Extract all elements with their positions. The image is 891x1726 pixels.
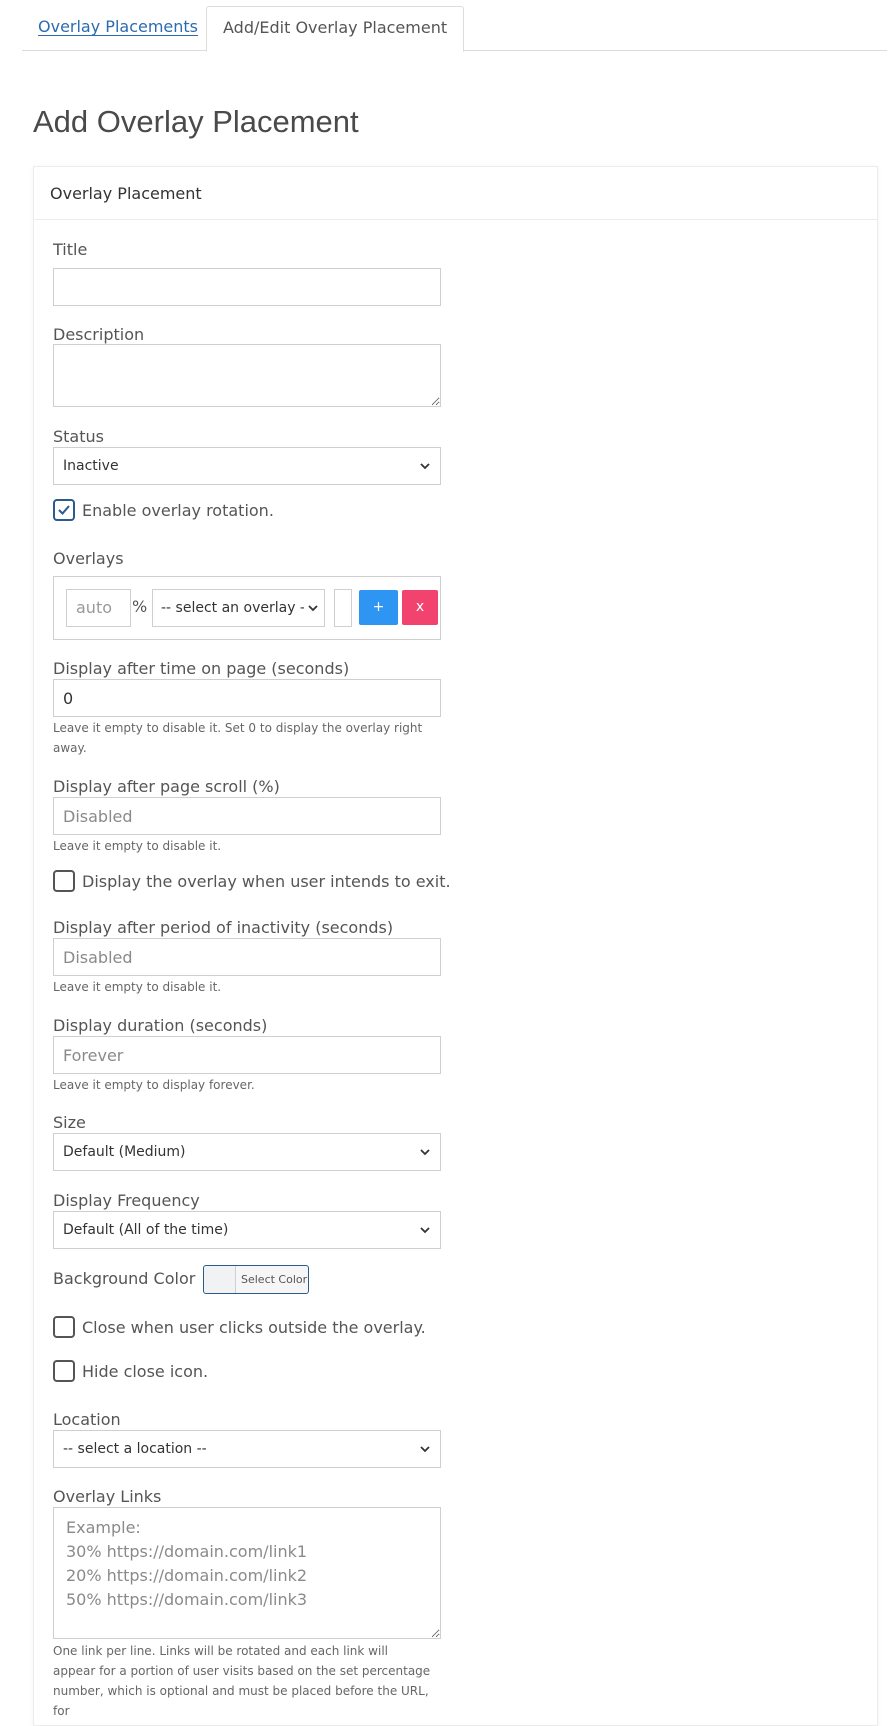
- exit-intent-label: Display the overlay when user intends to…: [82, 872, 451, 891]
- overlays-row: auto % -- select an overlay -- + x: [53, 576, 441, 640]
- time-on-page-help: Leave it empty to disable it. Set 0 to d…: [53, 721, 423, 755]
- location-select[interactable]: -- select a location --: [53, 1430, 441, 1468]
- overlay-select-value: -- select an overlay --: [161, 600, 311, 616]
- status-label: Status: [53, 427, 104, 446]
- description-textarea[interactable]: [53, 344, 441, 407]
- time-on-page-input[interactable]: [53, 679, 441, 717]
- close-outside-checkbox[interactable]: [53, 1316, 75, 1338]
- hide-close-icon-label: Hide close icon.: [82, 1362, 209, 1381]
- duration-input[interactable]: [53, 1036, 441, 1074]
- duration-label: Display duration (seconds): [53, 1016, 268, 1035]
- frequency-select[interactable]: Default (All of the time): [53, 1211, 441, 1249]
- inactivity-help: Leave it empty to disable it.: [53, 980, 222, 994]
- rotation-label: Enable overlay rotation.: [82, 501, 274, 520]
- tab-bar: Overlay Placements Add/Edit Overlay Plac…: [22, 6, 887, 52]
- time-on-page-label: Display after time on page (seconds): [53, 659, 350, 678]
- status-selected-value: Inactive: [63, 458, 119, 474]
- hide-close-icon-checkbox[interactable]: [53, 1360, 75, 1382]
- overlay-extra-field[interactable]: [334, 589, 352, 627]
- chevron-down-icon: [418, 1212, 432, 1251]
- percent-symbol: %: [132, 597, 148, 616]
- duration-help: Leave it empty to display forever.: [53, 1078, 255, 1092]
- inactivity-label: Display after period of inactivity (seco…: [53, 918, 394, 937]
- overlay-links-label: Overlay Links: [53, 1487, 162, 1506]
- description-label: Description: [53, 325, 145, 344]
- overlay-links-help: One link per line. Links will be rotated…: [53, 1644, 431, 1718]
- size-label: Size: [53, 1113, 86, 1132]
- checkmark-icon: [58, 505, 70, 515]
- chevron-down-icon: [418, 1134, 432, 1173]
- chevron-down-icon: [418, 448, 432, 487]
- add-overlay-button[interactable]: +: [359, 590, 398, 625]
- location-label: Location: [53, 1410, 121, 1429]
- close-outside-label: Close when user clicks outside the overl…: [82, 1318, 426, 1337]
- page-scroll-label: Display after page scroll (%): [53, 777, 280, 796]
- page-scroll-help: Leave it empty to disable it.: [53, 839, 222, 853]
- page-scroll-input[interactable]: [53, 797, 441, 835]
- frequency-selected-value: Default (All of the time): [63, 1222, 229, 1238]
- card-title: Overlay Placement: [34, 167, 877, 220]
- chevron-down-icon: [304, 590, 320, 626]
- remove-overlay-button[interactable]: x: [402, 590, 438, 625]
- status-select[interactable]: Inactive: [53, 447, 441, 485]
- overlay-links-textarea[interactable]: [53, 1507, 441, 1639]
- overlays-label: Overlays: [53, 549, 124, 568]
- color-swatch: [204, 1266, 236, 1293]
- overlay-select[interactable]: -- select an overlay --: [152, 589, 325, 627]
- chevron-down-icon: [418, 1431, 432, 1470]
- select-color-label: Select Color: [241, 1273, 308, 1286]
- background-color-label: Background Color: [53, 1269, 196, 1288]
- title-label: Title: [53, 240, 88, 259]
- tab-overlay-placements[interactable]: Overlay Placements: [22, 6, 214, 51]
- size-select[interactable]: Default (Medium): [53, 1133, 441, 1171]
- exit-intent-checkbox[interactable]: [53, 870, 75, 892]
- rotation-checkbox[interactable]: [53, 499, 75, 521]
- location-selected-value: -- select a location --: [63, 1441, 207, 1457]
- overlay-percent-input[interactable]: auto: [66, 589, 131, 627]
- select-color-button[interactable]: Select Color: [203, 1265, 309, 1294]
- size-selected-value: Default (Medium): [63, 1144, 186, 1160]
- frequency-label: Display Frequency: [53, 1191, 200, 1210]
- inactivity-input[interactable]: [53, 938, 441, 976]
- tab-add-edit-overlay-placement[interactable]: Add/Edit Overlay Placement: [206, 6, 465, 52]
- title-input[interactable]: [53, 268, 441, 306]
- page-title: Add Overlay Placement: [33, 104, 359, 139]
